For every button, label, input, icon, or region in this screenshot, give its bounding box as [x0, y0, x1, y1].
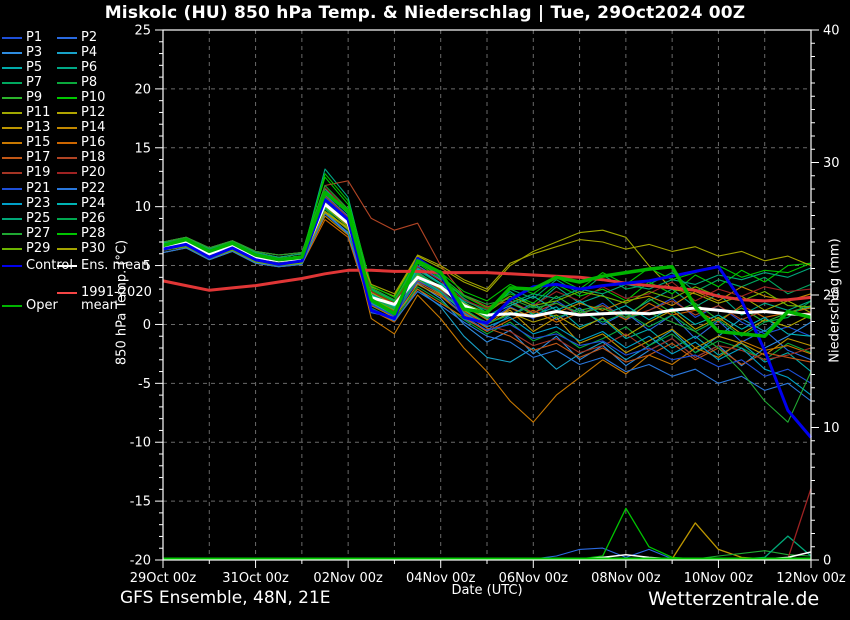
y-right-tick-label: 10 — [823, 421, 840, 436]
footer-model-info: GFS Ensemble, 48N, 21E — [120, 588, 331, 608]
y-left-tick-label: 20 — [134, 82, 151, 97]
y-left-tick-label: 0 — [143, 318, 151, 333]
y-axis-label-precipitation: Niederschlag (mm) — [828, 221, 843, 381]
y-left-tick-label: -10 — [130, 436, 151, 451]
member-line-p27 — [163, 186, 811, 423]
y-right-tick-label: 30 — [823, 156, 840, 171]
precip-line-P25-precip — [163, 536, 811, 559]
ensemble-chart-page: Miskolc (HU) 850 hPa Temp. & Niederschla… — [0, 0, 850, 620]
y-axis-label-temperature: 850 hPa Temp. (°C) — [115, 223, 130, 383]
y-left-tick-label: -15 — [130, 495, 151, 510]
precip-line-P20-precip — [163, 488, 811, 559]
y-left-tick-label: 10 — [134, 200, 151, 215]
y-left-tick-label: 5 — [143, 259, 151, 274]
y-left-tick-label: 25 — [134, 24, 151, 39]
y-right-tick-label: 40 — [823, 24, 840, 39]
y-right-tick-label: 0 — [823, 554, 831, 569]
y-left-tick-label: 15 — [134, 141, 151, 156]
y-left-tick-label: -5 — [138, 377, 151, 392]
y-left-tick-label: -20 — [130, 554, 151, 569]
footer-site-name: Wetterzentrale.de — [648, 588, 819, 610]
